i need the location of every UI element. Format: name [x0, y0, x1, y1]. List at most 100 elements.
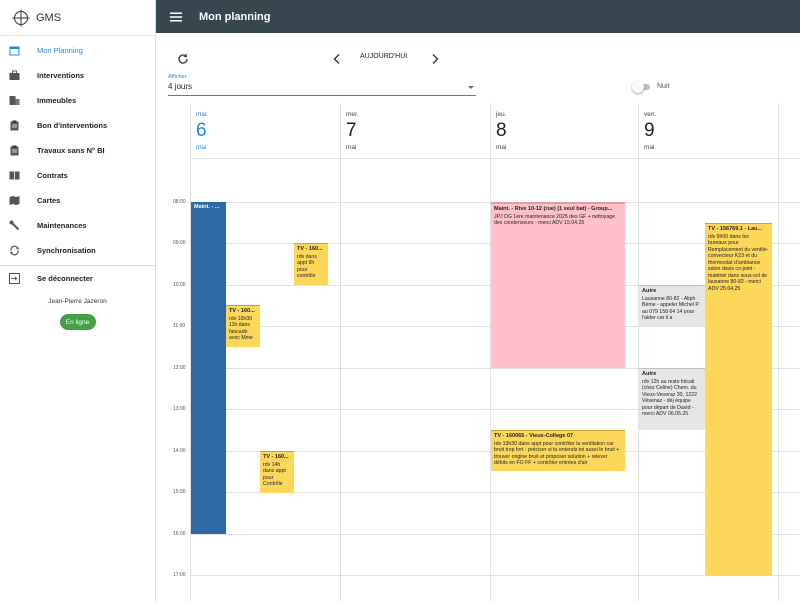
event-title: Autre: [642, 288, 657, 294]
event-title: TV - 156769.1 - Lau...: [708, 226, 763, 232]
display-select[interactable]: 4 jours: [168, 82, 192, 91]
user-name: Jean-Pierre Jazeron: [48, 298, 107, 305]
sidebar-item-travaux-sans-bi[interactable]: Travaux sans N° BI: [0, 138, 155, 163]
column-divider: [340, 103, 341, 601]
hour-label: 14:00: [173, 448, 186, 454]
hour-label: 10:00: [173, 282, 186, 288]
toggle-knob: [632, 81, 644, 93]
map-icon: [8, 195, 20, 207]
calendar-event[interactable]: Autre Lausanne 80-82 - Aliph Bème - appe…: [639, 285, 705, 327]
calendar-event[interactable]: TV - 160... rdv 10h30 11h dans fancade a…: [226, 305, 260, 347]
logout-icon: [8, 273, 20, 285]
sidebar: GMS Mon Planning Interventions Immeubles…: [0, 0, 156, 601]
calendar-event[interactable]: TV - 156769.1 - Lau... rdv 9h00 dans les…: [705, 223, 772, 576]
night-toggle[interactable]: [632, 81, 652, 93]
day-of-week: ven.: [644, 111, 657, 118]
sidebar-item-synchronisation[interactable]: Synchronisation: [0, 238, 155, 263]
clipboard-icon: [8, 145, 20, 157]
day-header-wed[interactable]: mer. 7 mai: [340, 103, 490, 158]
sidebar-item-label: Synchronisation: [37, 246, 96, 255]
calendar-event[interactable]: Autre rdv 12h au resto Inicail (chez Cel…: [639, 368, 705, 430]
event-description: rdv 9h00 dans les bureaux pour Remplacem…: [708, 233, 769, 292]
event-title: TV - 160...: [229, 308, 255, 314]
refresh-icon[interactable]: [176, 52, 190, 66]
sidebar-item-label: Cartes: [37, 196, 61, 205]
calendar-toolbar: AUJOURD'HUI Afficher 4 jours Nuit: [156, 33, 800, 103]
sidebar-item-bon-interventions[interactable]: Bon d'interventions: [0, 113, 155, 138]
hamburger-menu-icon[interactable]: [170, 12, 182, 22]
calendar-event[interactable]: Maint. - ...: [191, 202, 226, 534]
event-title: TV - 160...: [297, 246, 323, 252]
crosshair-logo-icon: [12, 9, 30, 26]
sidebar-item-label: Interventions: [37, 71, 85, 80]
day-number: 8: [496, 120, 507, 141]
calendar-event[interactable]: TV - 160... rdv 14h dans appt pour Contr…: [260, 451, 294, 493]
sidebar-item-immeubles[interactable]: Immeubles: [0, 88, 155, 113]
book-icon: [8, 170, 20, 182]
sidebar-item-label: Contrats: [37, 171, 68, 180]
briefcase-icon: [8, 70, 20, 82]
hour-label: 17:00: [173, 572, 186, 578]
calendar-grid: mar. 6 mai mer. 7 mai jeu. 8 mai ven. 9 …: [156, 103, 800, 601]
sidebar-item-label: Travaux sans N° BI: [37, 146, 105, 155]
event-description: rdv 10h30 11h dans fancade avec Mme: [229, 315, 253, 342]
sidebar-item-maintenances[interactable]: Maintenances: [0, 213, 155, 238]
month-label: mai: [644, 144, 655, 151]
day-of-week: jeu.: [496, 111, 507, 118]
app-header: GMS: [0, 0, 155, 36]
display-select-underline: [168, 95, 476, 96]
night-toggle-label: Nuit: [657, 83, 670, 90]
day-header-thu[interactable]: jeu. 8 mai: [490, 103, 638, 158]
event-description: rdv dans appt 9h pour contrôle: [297, 253, 317, 280]
page-title: Mon planning: [199, 10, 271, 23]
sidebar-item-label: Se déconnecter: [37, 274, 93, 283]
event-description: JPJ DG 1ere maintenance 2025 des GF + ne…: [494, 213, 615, 227]
day-number: 9: [644, 120, 655, 141]
hour-label: 13:00: [173, 406, 186, 412]
day-header-tue[interactable]: mar. 6 mai: [190, 103, 340, 158]
month-label: mai: [196, 144, 207, 151]
day-header-divider: [190, 158, 800, 159]
hour-label: 15:00: [173, 489, 186, 495]
day-number: 7: [346, 120, 357, 141]
calendar-event[interactable]: TV - 160065 - Vieux-College 07 rdv 13h30…: [491, 430, 625, 471]
today-button[interactable]: AUJOURD'HUI: [360, 53, 407, 60]
sidebar-item-interventions[interactable]: Interventions: [0, 63, 155, 88]
event-description: rdv 13h30 dans appt pour contrôler la ve…: [494, 440, 620, 467]
calendar-event[interactable]: Maint. - Rive 10-12 (rue) (1 seul bat) -…: [491, 202, 625, 368]
sidebar-item-contrats[interactable]: Contrats: [0, 163, 155, 188]
sidebar-item-cartes[interactable]: Cartes: [0, 188, 155, 213]
display-select-label: Afficher: [168, 74, 187, 80]
dropdown-arrow-icon[interactable]: [468, 86, 474, 89]
event-description: Lausanne 80-82 - Aliph Bème - appeler Mi…: [642, 295, 700, 322]
day-number: 6: [196, 120, 207, 141]
hour-label: 12:00: [173, 365, 186, 371]
building-icon: [8, 95, 20, 107]
sync-icon: [8, 245, 20, 257]
calendar-event[interactable]: TV - 160... rdv dans appt 9h pour contrô…: [294, 243, 328, 285]
event-title: Maint. - ...: [194, 204, 220, 210]
day-of-week: mar.: [196, 111, 209, 118]
event-title: TV - 160065 - Vieux-College 07: [494, 433, 574, 439]
sidebar-item-logout[interactable]: Se déconnecter: [0, 266, 155, 291]
day-of-week: mer.: [346, 111, 359, 118]
online-status-button[interactable]: En ligne: [59, 314, 96, 330]
sidebar-item-label: Mon Planning: [37, 46, 83, 55]
hour-label: 08:00: [173, 199, 186, 205]
month-label: mai: [346, 144, 357, 151]
column-divider: [638, 103, 639, 601]
day-header-fri[interactable]: ven. 9 mai: [638, 103, 778, 158]
event-title: Autre: [642, 371, 657, 377]
hour-label: 16:00: [173, 531, 186, 537]
chevron-left-icon[interactable]: [332, 53, 342, 65]
column-divider: [778, 103, 779, 601]
top-app-bar: Mon planning: [156, 0, 800, 33]
sidebar-item-label: Bon d'interventions: [37, 121, 108, 130]
hour-label: 11:00: [173, 323, 186, 329]
event-title: TV - 160...: [263, 454, 289, 460]
app-title: GMS: [36, 11, 62, 24]
chevron-right-icon[interactable]: [430, 53, 440, 65]
sidebar-nav: Mon Planning Interventions Immeubles Bon…: [0, 38, 155, 291]
event-description: rdv 12h au resto Inicail (chez Celine) C…: [642, 378, 697, 418]
sidebar-item-mon-planning[interactable]: Mon Planning: [0, 38, 155, 63]
